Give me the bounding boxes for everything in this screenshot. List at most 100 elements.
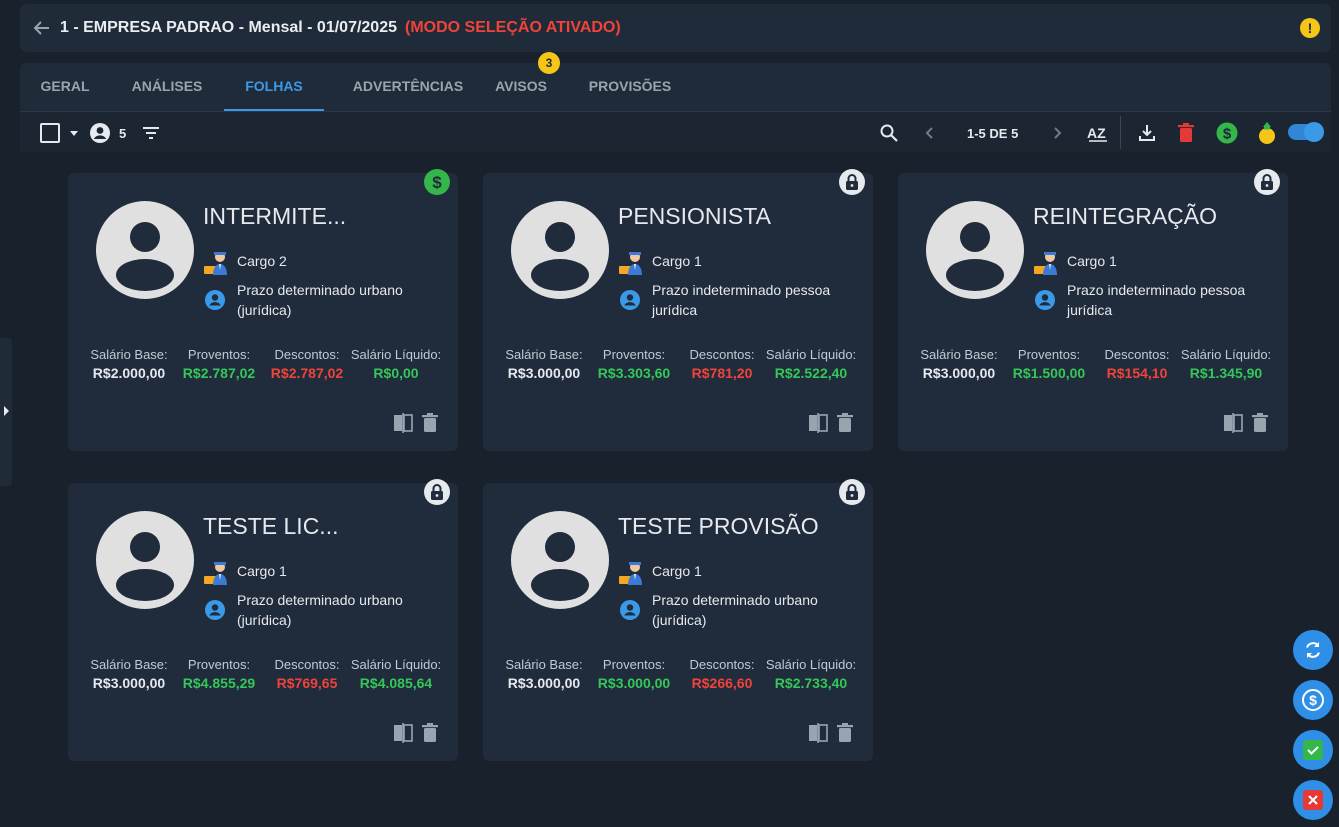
employee-count: 5 — [119, 125, 127, 141]
side-panel-handle[interactable] — [0, 338, 12, 486]
trash-icon[interactable] — [421, 413, 441, 433]
stat-label: Descontos: — [274, 657, 340, 672]
avatar — [511, 201, 609, 299]
payment-button[interactable]: $ — [1293, 680, 1333, 720]
tab-analises[interactable]: ANÁLISES — [124, 63, 210, 111]
stat-value: R$4.855,29 — [182, 675, 256, 691]
stat-liquido: Salário Líquido: R$4.085,64 — [346, 657, 446, 691]
employee-name: TESTE PROVISÃO — [618, 513, 819, 539]
contract-type: Prazo indeterminado pessoa jurídica — [1067, 282, 1246, 318]
lock-icon — [839, 169, 865, 195]
stat-descontos: Descontos: R$154,10 — [1087, 347, 1187, 381]
dollar-icon: $ — [1302, 689, 1324, 711]
trash-icon[interactable] — [421, 723, 441, 743]
contract-type: Prazo determinado urbano (jurídica) — [652, 592, 818, 628]
job-role: Cargo 1 — [652, 253, 702, 269]
tab-geral[interactable]: GERAL — [30, 63, 100, 111]
employee-name: REINTEGRAÇÃO — [1033, 203, 1218, 229]
stat-label: Salário Líquido: — [350, 347, 442, 362]
view-toggle[interactable] — [1288, 122, 1324, 142]
confirm-icon — [1303, 740, 1323, 760]
job-role-icon — [203, 250, 229, 276]
stat-label: Salário Base: — [90, 657, 168, 672]
stat-value: R$781,20 — [691, 365, 753, 381]
stat-label: Salário Líquido: — [350, 657, 442, 672]
stat-label: Salário Líquido: — [1180, 347, 1272, 362]
tab-provisoes[interactable]: PROVISÕES — [582, 63, 678, 111]
back-arrow-icon[interactable] — [32, 18, 52, 38]
avisos-count-badge: 3 — [538, 52, 560, 74]
stat-proventos: Proventos: R$2.787,02 — [169, 347, 269, 381]
employee-card[interactable]: TESTE LIC... Cargo 1 Prazo determinado urb… — [68, 479, 458, 761]
sort-az-icon[interactable]: AZ — [1086, 122, 1110, 144]
warning-icon[interactable]: ! — [1300, 18, 1320, 38]
stat-value: R$3.000,00 — [597, 675, 671, 691]
stat-proventos: Proventos: R$4.855,29 — [169, 657, 269, 691]
employee-card[interactable]: REINTEGRAÇÃO Cargo 1 Prazo indeterminado p… — [898, 169, 1288, 451]
stat-liquido: Salário Líquido: R$1.345,90 — [1176, 347, 1276, 381]
job-role-icon — [203, 560, 229, 586]
compare-icon[interactable] — [808, 723, 828, 743]
toolbar: 5 1-5 DE 5 AZ $ — [20, 111, 1331, 152]
lock-icon — [1254, 169, 1280, 195]
contract-type: Prazo indeterminado pessoa jurídica — [652, 282, 831, 318]
next-page-icon[interactable] — [1050, 122, 1064, 144]
avatar — [926, 201, 1024, 299]
job-role-icon — [618, 560, 644, 586]
expand-arrow-icon — [4, 406, 9, 416]
select-dropdown-icon[interactable] — [68, 122, 80, 144]
stat-base: Salário Base: R$2.000,00 — [79, 347, 179, 381]
stat-value: R$2.000,00 — [92, 365, 166, 381]
stat-label: Proventos: — [1017, 347, 1081, 362]
svg-text:$: $ — [432, 173, 442, 191]
stat-value: R$2.787,02 — [182, 365, 256, 381]
job-role: Cargo 1 — [1067, 253, 1117, 269]
tab-folhas[interactable]: FOLHAS — [224, 63, 324, 111]
dollar-icon[interactable]: $ — [1216, 122, 1238, 144]
stat-value: R$2.787,02 — [270, 365, 344, 381]
trash-icon[interactable] — [1251, 413, 1271, 433]
stat-value: R$3.303,60 — [597, 365, 671, 381]
confirm-button[interactable] — [1293, 730, 1333, 770]
search-icon[interactable] — [879, 122, 899, 144]
money-bag-icon[interactable] — [1256, 122, 1278, 144]
stat-proventos: Proventos: R$1.500,00 — [999, 347, 1099, 381]
delete-icon[interactable] — [1177, 122, 1195, 144]
compare-icon[interactable] — [808, 413, 828, 433]
stat-label: Descontos: — [274, 347, 340, 362]
job-role: Cargo 1 — [237, 563, 287, 579]
stat-descontos: Descontos: R$769,65 — [257, 657, 357, 691]
refresh-button[interactable] — [1293, 630, 1333, 670]
stat-label: Descontos: — [689, 347, 755, 362]
stat-label: Salário Líquido: — [765, 347, 857, 362]
download-icon[interactable] — [1137, 122, 1157, 144]
filter-icon[interactable] — [141, 122, 161, 144]
svg-text:$: $ — [1223, 126, 1232, 143]
stat-label: Proventos: — [602, 657, 666, 672]
compare-icon[interactable] — [393, 723, 413, 743]
cancel-button[interactable] — [1293, 780, 1333, 820]
stat-descontos: Descontos: R$2.787,02 — [257, 347, 357, 381]
pagination-label: 1-5 DE 5 — [967, 125, 1019, 141]
employee-card[interactable]: TESTE PROVISÃO Cargo 1 Prazo determinado u… — [483, 479, 873, 761]
refresh-icon — [1306, 642, 1320, 658]
compare-icon[interactable] — [1223, 413, 1243, 433]
employee-card[interactable]: $ INTERMITE... Cargo 2 Prazo determinado ur… — [68, 169, 458, 451]
lock-icon — [424, 479, 450, 505]
avatar — [96, 201, 194, 299]
stat-label: Descontos: — [1104, 347, 1170, 362]
stat-label: Salário Base: — [920, 347, 998, 362]
stat-descontos: Descontos: R$266,60 — [672, 657, 772, 691]
compare-icon[interactable] — [393, 413, 413, 433]
trash-icon[interactable] — [836, 413, 856, 433]
select-all-checkbox[interactable] — [40, 122, 60, 144]
stat-label: Proventos: — [602, 347, 666, 362]
top-bar: 1 - EMPRESA PADRAO - Mensal - 01/07/2025… — [20, 4, 1331, 52]
stat-value: R$3.000,00 — [92, 675, 166, 691]
employee-card[interactable]: PENSIONISTA Cargo 1 Prazo indeterminado pe… — [483, 169, 873, 451]
avatar — [96, 511, 194, 609]
prev-page-icon[interactable] — [923, 122, 937, 144]
tab-advertencias[interactable]: ADVERTÊNCIAS — [338, 63, 478, 111]
trash-icon[interactable] — [836, 723, 856, 743]
page-title: 1 - EMPRESA PADRAO - Mensal - 01/07/2025 — [60, 19, 397, 36]
